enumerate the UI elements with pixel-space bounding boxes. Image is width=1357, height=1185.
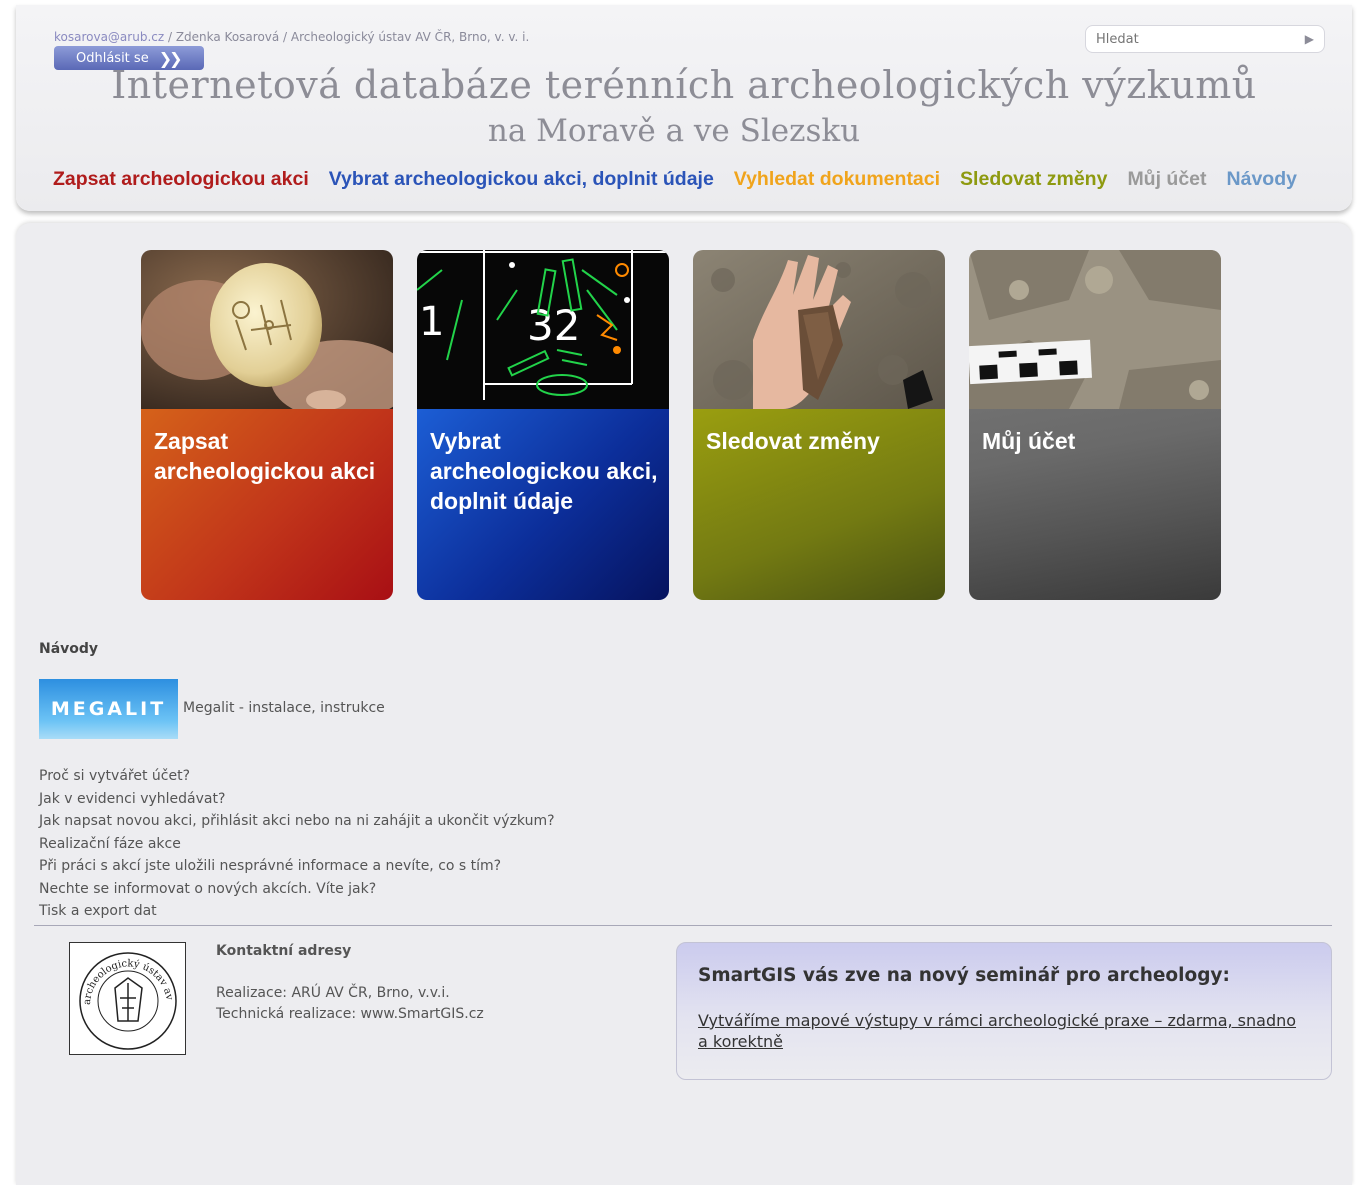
tile-label: Sledovat změny bbox=[706, 428, 880, 454]
tile-ucet[interactable]: Můj účet bbox=[969, 250, 1221, 600]
user-info: kosarova@arub.cz / Zdenka Kosarová / Arc… bbox=[54, 30, 529, 44]
tile-label: Zapsat archeologickou akci bbox=[154, 428, 376, 484]
svg-text:32: 32 bbox=[527, 301, 580, 350]
search-submit-icon[interactable]: ▶ bbox=[1305, 32, 1314, 46]
nav-ucet[interactable]: Můj účet bbox=[1127, 168, 1206, 191]
tile-sledovat[interactable]: Sledovat změny bbox=[693, 250, 945, 600]
nav-vyhledat[interactable]: Vyhledat dokumentaci bbox=[734, 168, 940, 191]
svg-text:1: 1 bbox=[419, 299, 444, 345]
page-title: Internetová databáze terénních archeolog… bbox=[111, 63, 1257, 107]
tile-grid: Zapsat archeologickou akci 1 32 Vybrat a… bbox=[141, 250, 1221, 600]
promo-title: SmartGIS vás zve na nový seminář pro arc… bbox=[698, 965, 1230, 986]
header-panel: kosarova@arub.cz / Zdenka Kosarová / Arc… bbox=[16, 5, 1352, 211]
guide-link[interactable]: Jak napsat novou akci, přihlásit akci ne… bbox=[39, 810, 555, 833]
tile-photo-coin bbox=[141, 250, 393, 409]
page-subtitle: na Moravě a ve Slezsku bbox=[487, 113, 861, 149]
guide-link[interactable]: Nechte se informovat o nových akcích. Ví… bbox=[39, 878, 555, 901]
footer-divider bbox=[34, 925, 1332, 926]
search-box: ▶ bbox=[1085, 25, 1325, 53]
contact-line: Technická realizace: www.SmartGIS.cz bbox=[216, 1006, 484, 1022]
tile-label: Můj účet bbox=[982, 428, 1076, 454]
contact-title: Kontaktní adresy bbox=[216, 943, 352, 959]
megalit-link[interactable]: Megalit - instalace, instrukce bbox=[183, 700, 385, 716]
institute-seal-logo: archeologický ústav av čr v brně bbox=[66, 935, 186, 1055]
nav-zapsat[interactable]: Zapsat archeologickou akci bbox=[53, 168, 309, 191]
promo-link[interactable]: Vytváříme mapové výstupy v rámci archeol… bbox=[698, 1010, 1308, 1052]
contact-lines: Realizace: ARÚ AV ČR, Brno, v.v.i. Techn… bbox=[216, 983, 484, 1025]
tile-vybrat[interactable]: 1 32 Vybrat archeologickou akci, doplnit… bbox=[417, 250, 669, 600]
guide-link[interactable]: Tisk a export dat bbox=[39, 900, 555, 923]
nav-sledovat[interactable]: Sledovat změny bbox=[960, 168, 1107, 191]
tile-photo-map: 1 32 bbox=[417, 250, 669, 409]
nav-vybrat[interactable]: Vybrat archeologickou akci, doplnit údaj… bbox=[329, 168, 714, 191]
guide-link[interactable]: Při práci s akcí jste uložili nesprávné … bbox=[39, 855, 555, 878]
guide-link[interactable]: Realizační fáze akce bbox=[39, 833, 555, 856]
guides-title: Návody bbox=[39, 641, 99, 657]
promo-box: SmartGIS vás zve na nový seminář pro arc… bbox=[676, 942, 1332, 1080]
main-panel: Zapsat archeologickou akci 1 32 Vybrat a… bbox=[16, 223, 1352, 1185]
tile-zapsat[interactable]: Zapsat archeologickou akci bbox=[141, 250, 393, 600]
main-nav: Zapsat archeologickou akci Vybrat archeo… bbox=[53, 168, 1317, 191]
megalit-logo[interactable]: MEGALIT bbox=[39, 679, 178, 739]
tile-photo-excavation bbox=[969, 250, 1221, 409]
svg-text:archeologický ústav av čr v br: archeologický ústav av čr v brně bbox=[70, 943, 175, 1005]
user-details: / Zdenka Kosarová / Archeologický ústav … bbox=[164, 30, 530, 44]
guide-links: Proč si vytvářet účet? Jak v evidenci vy… bbox=[39, 765, 555, 923]
guide-link[interactable]: Jak v evidenci vyhledávat? bbox=[39, 788, 555, 811]
contact-line: Realizace: ARÚ AV ČR, Brno, v.v.i. bbox=[216, 985, 450, 1001]
megalit-logo-text: MEGALIT bbox=[50, 698, 167, 720]
search-input[interactable] bbox=[1096, 31, 1305, 47]
nav-navody[interactable]: Návody bbox=[1227, 168, 1297, 191]
guide-link[interactable]: Proč si vytvářet účet? bbox=[39, 765, 555, 788]
tile-photo-hand bbox=[693, 250, 945, 409]
tile-label: Vybrat archeologickou akci, doplnit údaj… bbox=[430, 428, 658, 514]
user-email-link[interactable]: kosarova@arub.cz bbox=[54, 30, 164, 44]
